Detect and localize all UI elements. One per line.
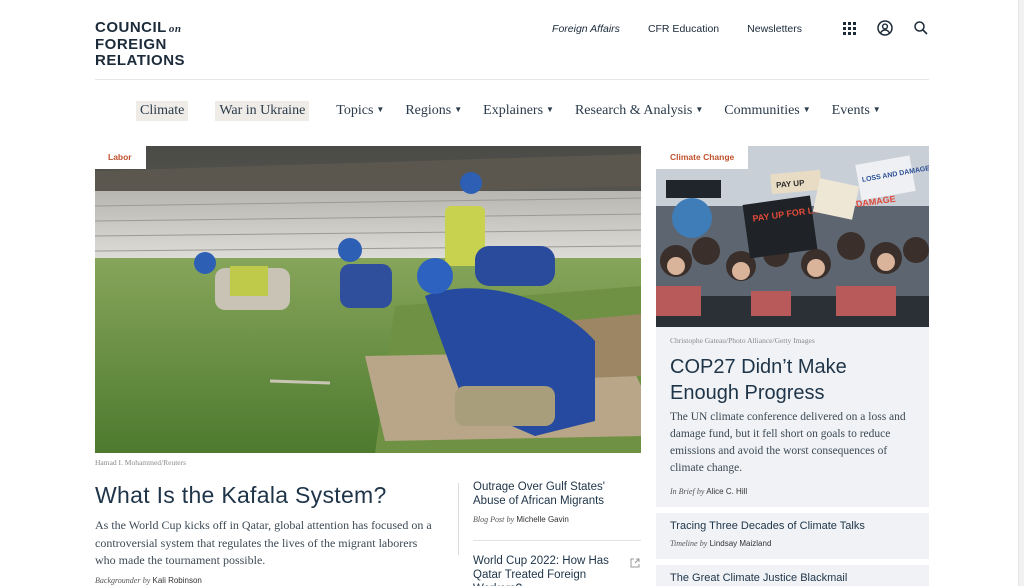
nav-communities-label: Communities <box>724 103 800 118</box>
feature-separator-1 <box>656 507 929 513</box>
nav-research-analysis[interactable]: Research & Analysis ▼ <box>575 103 703 119</box>
main-dek: As the World Cup kicks off in Qatar, glo… <box>95 518 432 567</box>
nav-war-in-ukraine[interactable]: War in Ukraine <box>215 101 310 121</box>
side-story-1-byline: Blog Post by Michelle Gavin <box>473 515 569 524</box>
cfr-logo[interactable]: COUNCIL on FOREIGN RELATIONS <box>95 20 185 69</box>
nav-climate[interactable]: Climate <box>136 101 189 121</box>
grid-menu-icon[interactable] <box>841 20 857 36</box>
account-icon[interactable] <box>877 20 893 36</box>
logo-line1: COUNCIL <box>95 19 167 36</box>
logo-line2: FOREIGN <box>95 36 167 53</box>
main-by: by <box>142 576 151 585</box>
chevron-down-icon: ▼ <box>376 105 385 114</box>
page-scrollbar[interactable] <box>1018 0 1024 586</box>
side-story-1-author[interactable]: Michelle Gavin <box>516 515 568 524</box>
nav-explainers[interactable]: Explainers ▼ <box>483 103 554 119</box>
feature-byline: In Brief by Alice C. Hill <box>670 487 747 496</box>
nav-regions[interactable]: Regions ▼ <box>405 103 462 119</box>
feature-photo[interactable]: PAY UP FOR LOSS AND DAMAGE PAY UP LOSS A… <box>656 146 929 327</box>
main-byline: Backgrounder by Kali Robinson <box>95 576 202 585</box>
chevron-down-icon: ▼ <box>454 105 463 114</box>
nav-events-label: Events <box>831 103 870 118</box>
nav-communities[interactable]: Communities ▼ <box>724 103 810 119</box>
utility-links: Foreign Affairs CFR Education Newsletter… <box>552 23 802 35</box>
cfr-education-link[interactable]: CFR Education <box>648 23 719 35</box>
nav-regions-label: Regions <box>405 103 452 118</box>
search-icon[interactable] <box>913 20 929 36</box>
feature-photo-credit: Christophe Gateau/Photo Alliance/Getty I… <box>670 336 815 345</box>
chevron-down-icon: ▼ <box>695 105 704 114</box>
header-divider <box>95 79 929 80</box>
side-story-1[interactable]: Outrage Over Gulf States' Abuse of Afric… <box>473 480 638 508</box>
foreign-affairs-link[interactable]: Foreign Affairs <box>552 23 620 35</box>
side-divider <box>473 540 641 541</box>
feature-category-tag[interactable]: Climate Change <box>656 146 749 169</box>
feature-link-1-by: by <box>699 539 708 548</box>
chevron-down-icon: ▼ <box>802 105 811 114</box>
main-headline[interactable]: What Is the Kafala System? <box>95 482 387 509</box>
external-link-icon[interactable] <box>630 555 640 568</box>
feature-link-1-byline: Timeline by Lindsay Maizland <box>670 539 771 548</box>
nav-topics-label: Topics <box>336 103 374 118</box>
feature-separator-2 <box>656 559 929 565</box>
side-story-2-title[interactable]: World Cup 2022: How Has Qatar Treated Fo… <box>473 554 618 586</box>
side-story-1-by: by <box>506 515 515 524</box>
chevron-down-icon: ▼ <box>872 105 881 114</box>
hero-photo[interactable] <box>95 146 641 453</box>
chevron-down-icon: ▼ <box>546 105 554 114</box>
header-icons <box>841 20 929 36</box>
logo-line3: RELATIONS <box>95 52 186 69</box>
nav-topics[interactable]: Topics ▼ <box>336 103 384 119</box>
side-story-2[interactable]: World Cup 2022: How Has Qatar Treated Fo… <box>473 554 618 586</box>
nav-research-label: Research & Analysis <box>574 103 693 118</box>
feature-headline[interactable]: COP27 Didn’t Make Enough Progress <box>670 354 910 406</box>
main-type: Backgrounder <box>95 576 141 585</box>
feature-type: In Brief <box>670 487 695 496</box>
side-story-1-title[interactable]: Outrage Over Gulf States' Abuse of Afric… <box>473 480 638 508</box>
feature-link-1-type: Timeline <box>670 539 698 548</box>
side-story-1-type: Blog Post <box>473 515 505 524</box>
main-category-tag[interactable]: Labor <box>95 146 146 169</box>
nav-explainers-label: Explainers <box>483 103 544 118</box>
nav-events[interactable]: Events ▼ <box>832 103 881 119</box>
newsletters-link[interactable]: Newsletters <box>747 23 802 35</box>
logo-on: on <box>168 23 182 35</box>
main-nav: Climate War in Ukraine Topics ▼ Regions ▼ … <box>136 101 902 121</box>
feature-link-1-author[interactable]: Lindsay Maizland <box>710 539 772 548</box>
main-author[interactable]: Kali Robinson <box>153 576 202 585</box>
feature-link-1[interactable]: Tracing Three Decades of Climate Talks <box>670 520 865 532</box>
feature-dek: The UN climate conference delivered on a… <box>670 411 906 474</box>
feature-by: by <box>696 487 705 496</box>
column-divider <box>458 483 459 555</box>
feature-author[interactable]: Alice C. Hill <box>706 487 747 496</box>
main-photo-credit: Hamad I. Mohammed/Reuters <box>95 458 187 467</box>
feature-link-2[interactable]: The Great Climate Justice Blackmail <box>670 572 847 584</box>
